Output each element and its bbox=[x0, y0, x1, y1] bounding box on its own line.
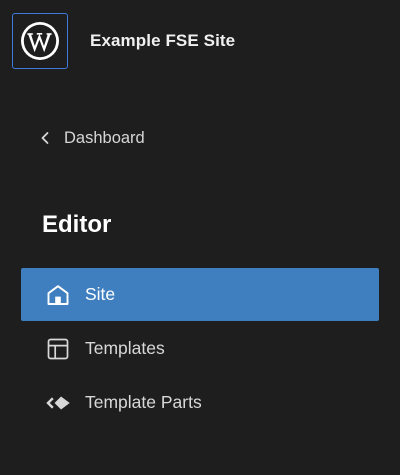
panel-header: Example FSE Site bbox=[0, 0, 400, 84]
editor-nav-list: Site Templates Template Parts bbox=[21, 268, 379, 430]
nav-item-label: Templates bbox=[85, 338, 165, 358]
symbol-filled-icon bbox=[45, 390, 71, 416]
wordpress-logo-icon bbox=[21, 22, 59, 60]
section-title: Editor bbox=[42, 211, 112, 238]
chevron-left-icon bbox=[38, 131, 52, 145]
home-icon bbox=[45, 282, 71, 308]
nav-item-templates[interactable]: Templates bbox=[21, 322, 379, 375]
layout-icon bbox=[45, 336, 71, 362]
nav-item-site[interactable]: Site bbox=[21, 268, 379, 321]
nav-item-label: Site bbox=[85, 284, 116, 304]
nav-item-label: Template Parts bbox=[85, 392, 202, 412]
site-title: Example FSE Site bbox=[90, 31, 236, 50]
dashboard-back-link[interactable]: Dashboard bbox=[38, 126, 145, 150]
site-icon-button[interactable] bbox=[12, 13, 68, 69]
site-editor-navigation-panel: Example FSE Site Dashboard Editor Site T… bbox=[0, 0, 400, 475]
nav-item-template-parts[interactable]: Template Parts bbox=[21, 376, 379, 429]
dashboard-link-label: Dashboard bbox=[64, 128, 145, 147]
